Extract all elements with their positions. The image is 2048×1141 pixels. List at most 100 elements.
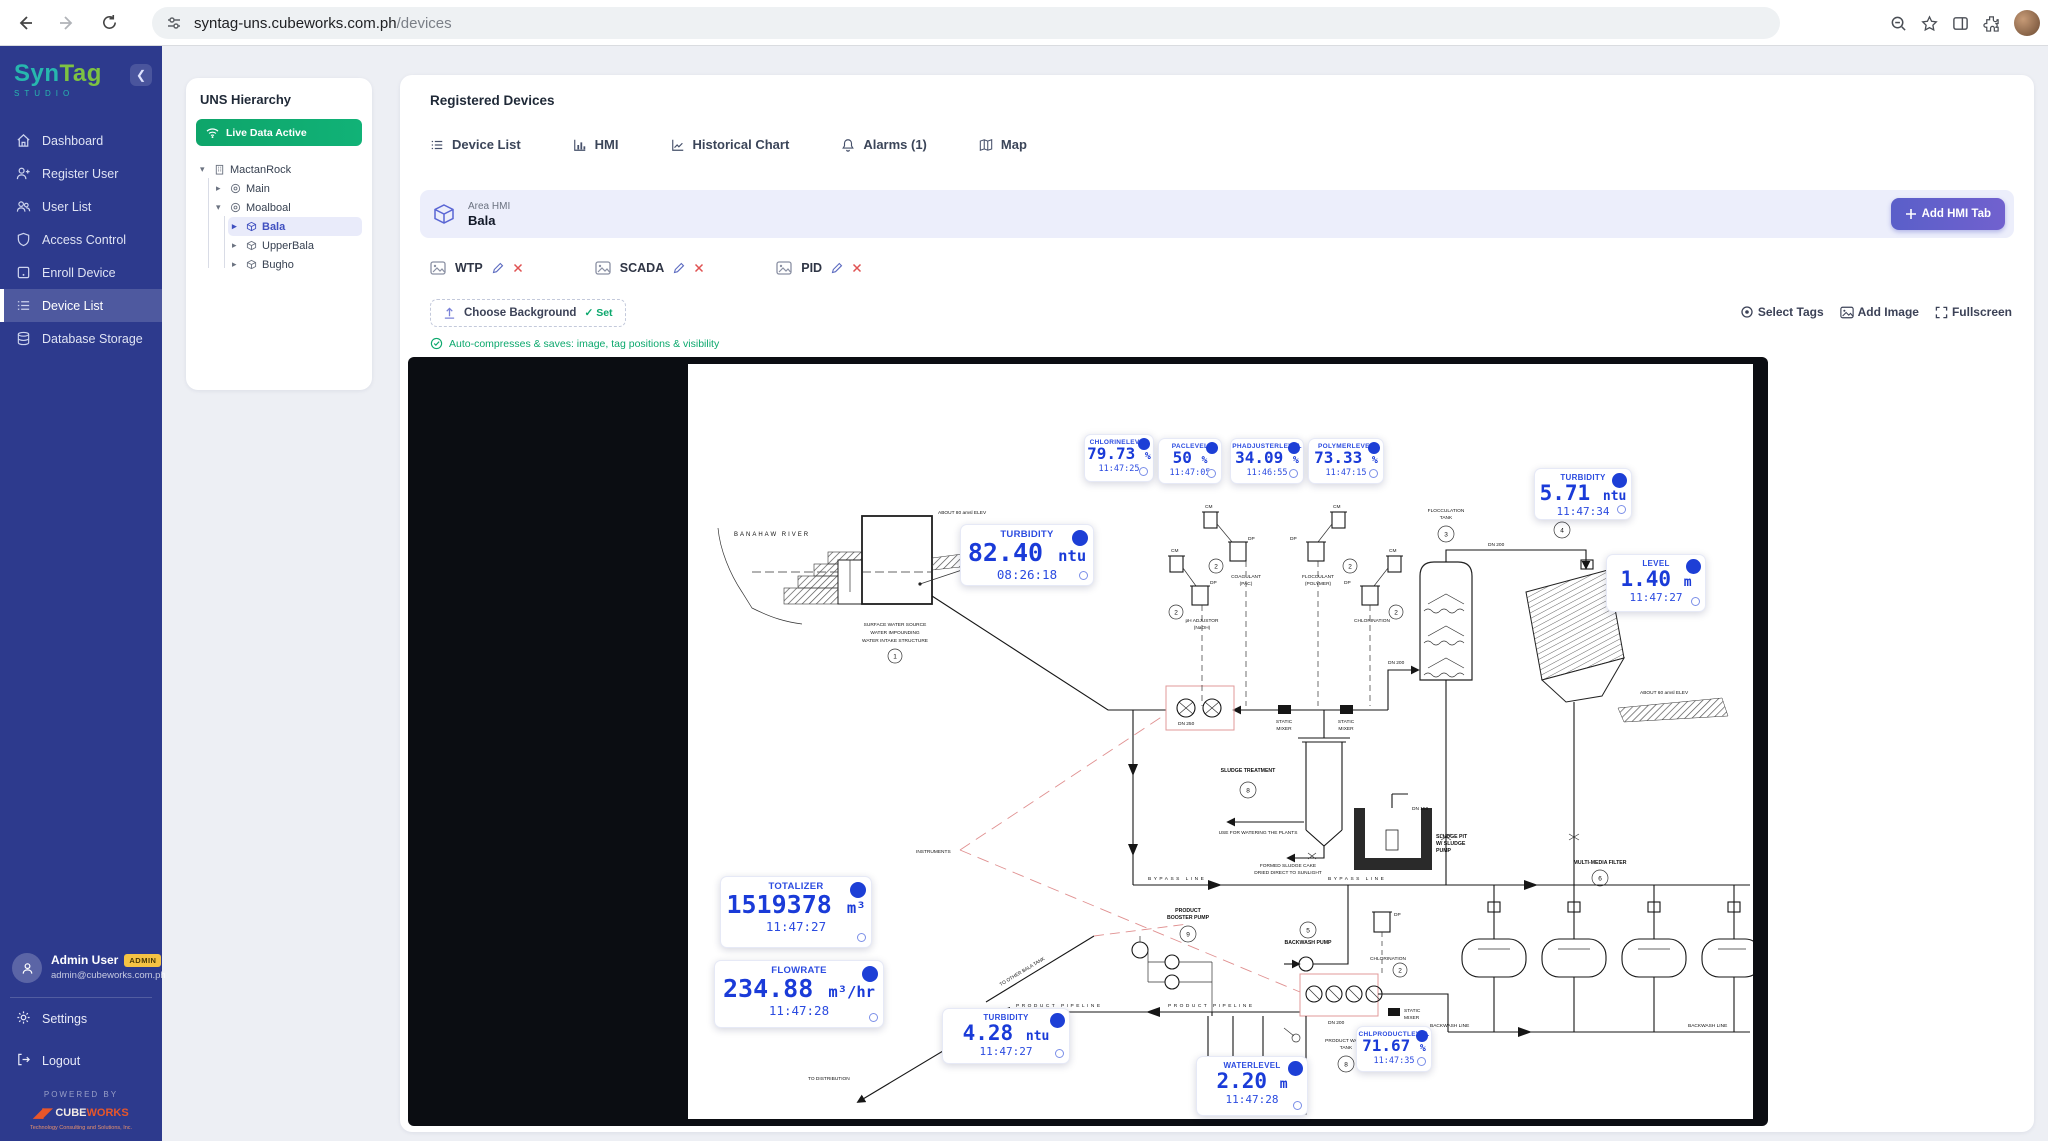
tag-card-phadjusterlevel[interactable]: PHADJUSTERLEVEL 34.09 % 11:46:55 bbox=[1230, 438, 1304, 484]
tag-live-dot[interactable] bbox=[850, 882, 866, 898]
sidebar-collapse-button[interactable]: ❮ bbox=[130, 64, 152, 86]
svg-text:DN 250: DN 250 bbox=[1178, 721, 1195, 727]
tag-live-dot[interactable] bbox=[1368, 442, 1380, 454]
hmi-tab-scada[interactable]: SCADA bbox=[595, 261, 704, 275]
reload-icon[interactable] bbox=[92, 6, 126, 40]
chevron-down-icon[interactable]: ▾ bbox=[200, 164, 209, 175]
user-plus-icon bbox=[16, 166, 31, 181]
close-icon[interactable] bbox=[694, 263, 704, 273]
tag-config-dot[interactable] bbox=[1417, 1057, 1426, 1066]
add-hmi-tab-button[interactable]: Add HMI Tab bbox=[1891, 198, 2005, 230]
sidebar-item-dashboard[interactable]: Dashboard bbox=[0, 124, 162, 157]
tab-device-list[interactable]: Device List bbox=[430, 137, 521, 152]
tag-live-dot[interactable] bbox=[1288, 1061, 1303, 1076]
hmi-tab-pid[interactable]: PID bbox=[776, 261, 862, 275]
tag-config-dot[interactable] bbox=[857, 933, 866, 942]
tag-config-dot[interactable] bbox=[1617, 505, 1626, 514]
tag-card-totalizer[interactable]: TOTALIZER 1519378 m³ 11:47:27 bbox=[720, 876, 872, 948]
tag-config-dot[interactable] bbox=[1055, 1049, 1064, 1058]
tag-live-dot[interactable] bbox=[1050, 1013, 1065, 1028]
tag-live-dot[interactable] bbox=[1072, 530, 1088, 546]
tag-config-dot[interactable] bbox=[1079, 571, 1088, 580]
zoom-icon[interactable] bbox=[1890, 15, 1907, 32]
close-icon[interactable] bbox=[852, 263, 862, 273]
tag-config-dot[interactable] bbox=[1289, 469, 1298, 478]
side-panel-icon[interactable] bbox=[1952, 15, 1969, 32]
chevron-right-icon[interactable]: ▸ bbox=[232, 240, 241, 251]
tag-card-polymerlevel[interactable]: POLYMERLEVEL 73.33 % 11:47:15 bbox=[1308, 438, 1384, 484]
tag-card-turbidity-product[interactable]: TURBIDITY 4.28 ntu 11:47:27 bbox=[942, 1008, 1070, 1064]
tag-live-dot[interactable] bbox=[862, 966, 878, 982]
sidebar-item-register-user[interactable]: Register User bbox=[0, 157, 162, 190]
back-icon[interactable] bbox=[8, 6, 42, 40]
settings-button[interactable]: Settings bbox=[0, 998, 162, 1040]
tag-card-turbidity-raw[interactable]: TURBIDITY 82.40 ntu 08:26:18 bbox=[960, 524, 1094, 586]
tag-card-paclevel[interactable]: PACLEVEL 50 % 11:47:05 bbox=[1158, 438, 1222, 484]
extensions-puzzle-icon[interactable] bbox=[1983, 15, 2000, 32]
tree-node-bala[interactable]: ▸ Bala bbox=[228, 217, 362, 236]
tree-node-main[interactable]: ▸ Main bbox=[212, 179, 362, 198]
chevron-down-icon[interactable]: ▾ bbox=[216, 202, 225, 213]
site-info-icon[interactable] bbox=[166, 15, 182, 31]
sidebar-item-user-list[interactable]: User List bbox=[0, 190, 162, 223]
address-bar[interactable]: syntag-uns.cubeworks.com.ph/devices bbox=[152, 7, 1780, 39]
tag-card-level[interactable]: LEVEL 1.40 m 11:47:27 bbox=[1606, 554, 1706, 612]
tag-card-waterlevel[interactable]: WATERLEVEL 2.20 m 11:47:28 bbox=[1196, 1056, 1308, 1116]
tree-node-mactanrock[interactable]: ▾ MactanRock bbox=[196, 160, 362, 179]
tree-node-bugho[interactable]: ▸ Bugho bbox=[228, 255, 362, 274]
sidebar-item-database-storage[interactable]: Database Storage bbox=[0, 322, 162, 355]
tag-config-dot[interactable] bbox=[869, 1013, 878, 1022]
close-icon[interactable] bbox=[513, 263, 523, 273]
tag-config-dot[interactable] bbox=[1691, 597, 1700, 606]
bookmark-star-icon[interactable] bbox=[1921, 15, 1938, 32]
tag-live-dot[interactable] bbox=[1686, 559, 1701, 574]
tag-live-dot[interactable] bbox=[1612, 473, 1627, 488]
tab-hmi[interactable]: HMI bbox=[573, 137, 619, 152]
chevron-right-icon[interactable]: ▸ bbox=[232, 221, 241, 232]
hmi-canvas[interactable]: BANAHAW RIVER ABOUT 80 amsl ELEV SURFACE… bbox=[408, 357, 1768, 1126]
tag-config-dot[interactable] bbox=[1369, 469, 1378, 478]
hmi-tab-wtp[interactable]: WTP bbox=[430, 261, 523, 275]
svg-text:SLUDGE TREATMENT: SLUDGE TREATMENT bbox=[1221, 768, 1276, 774]
edit-pencil-icon[interactable] bbox=[673, 262, 685, 274]
tag-card-flowrate[interactable]: FLOWRATE 234.88 m³/hr 11:47:28 bbox=[714, 960, 884, 1028]
tree-node-upperbala[interactable]: ▸ UpperBala bbox=[228, 236, 362, 255]
sidebar-item-device-list[interactable]: Device List bbox=[0, 289, 162, 322]
choose-background-button[interactable]: Choose Background ✓ Set bbox=[430, 299, 626, 327]
tab-historical-chart[interactable]: Historical Chart bbox=[671, 137, 790, 152]
fullscreen-button[interactable]: Fullscreen bbox=[1935, 305, 2012, 319]
forward-icon[interactable] bbox=[50, 6, 84, 40]
chevron-right-icon[interactable]: ▸ bbox=[216, 183, 225, 194]
tag-live-dot[interactable] bbox=[1138, 438, 1150, 450]
live-data-button[interactable]: Live Data Active bbox=[196, 119, 362, 146]
sidebar-item-label: Database Storage bbox=[42, 332, 143, 346]
tag-live-dot[interactable] bbox=[1288, 442, 1300, 454]
tag-config-dot[interactable] bbox=[1207, 469, 1216, 478]
tab-alarms[interactable]: Alarms (1) bbox=[841, 137, 927, 152]
chevron-right-icon[interactable]: ▸ bbox=[232, 259, 241, 270]
browser-profile-avatar[interactable] bbox=[2014, 10, 2040, 36]
tab-map[interactable]: Map bbox=[979, 137, 1027, 152]
sidebar-item-access-control[interactable]: Access Control bbox=[0, 223, 162, 256]
svg-text:SURFACE WATER SOURCE: SURFACE WATER SOURCE bbox=[864, 622, 927, 628]
svg-text:BOOSTER PUMP: BOOSTER PUMP bbox=[1167, 915, 1210, 921]
tag-config-dot[interactable] bbox=[1139, 467, 1148, 476]
select-tags-button[interactable]: Select Tags bbox=[1740, 305, 1824, 319]
logout-button[interactable]: Logout bbox=[0, 1040, 162, 1082]
tag-live-dot[interactable] bbox=[1206, 442, 1218, 454]
device-icon bbox=[16, 265, 31, 280]
edit-pencil-icon[interactable] bbox=[831, 262, 843, 274]
tree-node-moalboal[interactable]: ▾ Moalboal bbox=[212, 198, 362, 217]
area-hmi-banner: Area HMI Bala Add HMI Tab bbox=[420, 190, 2014, 238]
svg-text:DP: DP bbox=[1248, 536, 1255, 542]
add-image-button[interactable]: Add Image bbox=[1840, 305, 1919, 319]
tag-card-chlproductlevel[interactable]: CHLPRODUCTLEVEL 71.67 % 11:47:35 bbox=[1356, 1026, 1432, 1072]
sidebar-item-enroll-device[interactable]: Enroll Device bbox=[0, 256, 162, 289]
tag-card-turbidity-clarifier[interactable]: TURBIDITY 5.71 ntu 11:47:34 bbox=[1534, 468, 1632, 520]
edit-pencil-icon[interactable] bbox=[492, 262, 504, 274]
image-icon bbox=[776, 261, 792, 275]
browser-toolbar: syntag-uns.cubeworks.com.ph/devices bbox=[0, 0, 2048, 46]
tag-live-dot[interactable] bbox=[1416, 1030, 1428, 1042]
tag-config-dot[interactable] bbox=[1293, 1101, 1302, 1110]
tag-card-chlorinelevel[interactable]: CHLORINELEVEL 79.73 % 11:47:25 bbox=[1084, 434, 1154, 482]
